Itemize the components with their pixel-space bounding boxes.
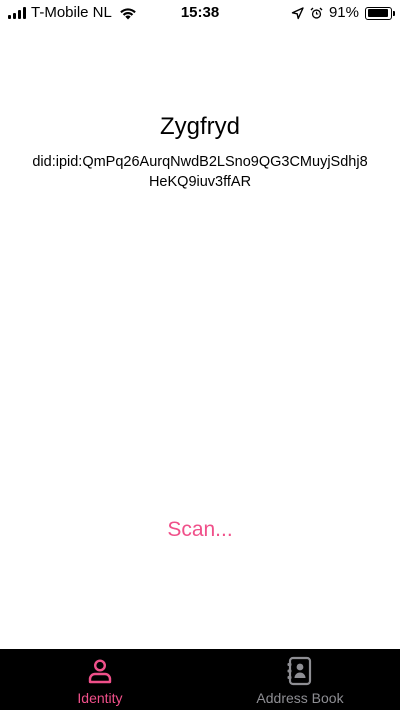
battery-level-fill	[367, 9, 388, 17]
tab-identity[interactable]: Identity	[0, 649, 200, 710]
person-icon	[85, 656, 115, 686]
scan-button[interactable]: Scan...	[100, 515, 300, 545]
identity-name: Zygfryd	[159, 113, 240, 140]
identity-did: did:ipid:QmPq26AurqNwdB2LSno9QG3CMuyjSdh…	[32, 154, 368, 190]
status-bar-right: 91%	[291, 4, 395, 22]
tab-bar: Identity Address Book	[0, 649, 400, 710]
battery-icon	[365, 6, 395, 20]
status-bar: T-Mobile NL 15:38 91%	[0, 0, 400, 26]
alarm-clock-icon	[310, 7, 323, 19]
contact-book-icon	[285, 656, 315, 686]
tab-address-book-label: Address Book	[256, 690, 344, 706]
location-arrow-icon	[291, 6, 304, 19]
tab-identity-label: Identity	[77, 690, 123, 706]
battery-percentage: 91%	[328, 4, 359, 21]
tab-address-book[interactable]: Address Book	[200, 649, 400, 710]
app-screen: T-Mobile NL 15:38 91% Zygfryd did:ipid:Q…	[0, 0, 400, 710]
